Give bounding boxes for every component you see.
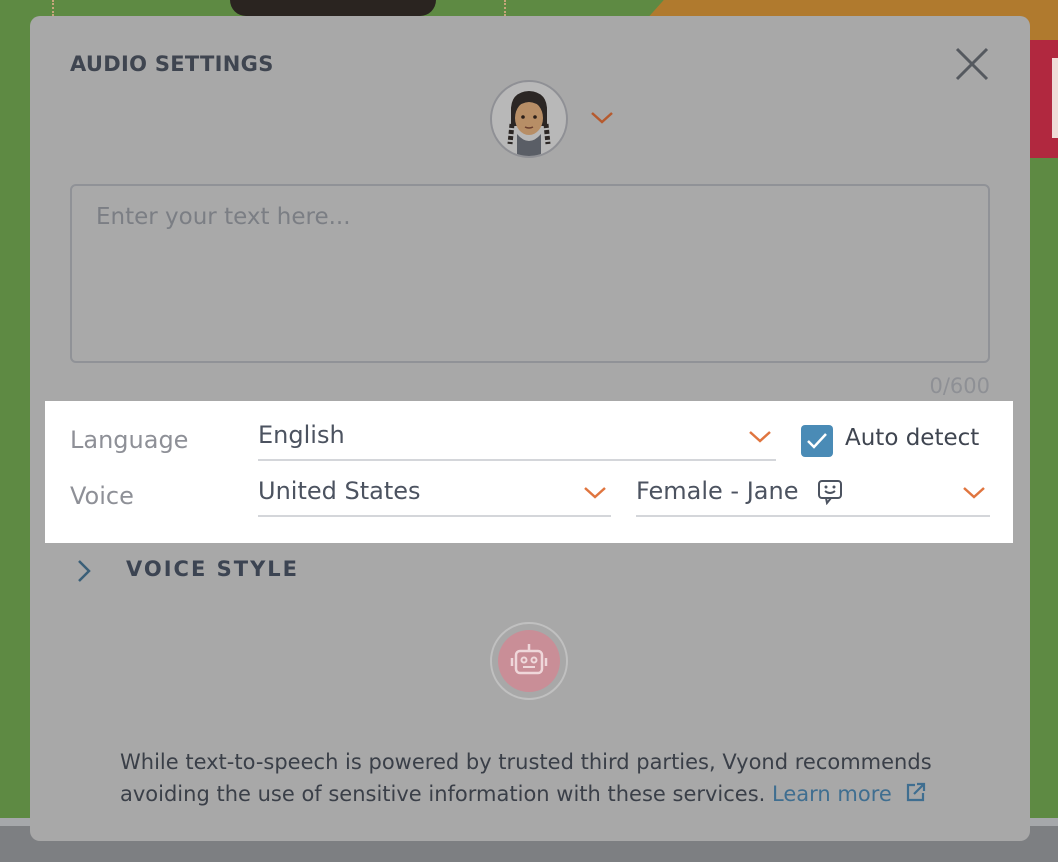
chevron-down-icon xyxy=(749,431,771,443)
language-select[interactable]: English xyxy=(258,415,776,461)
voice-bubble-icon xyxy=(818,480,843,505)
accent-select[interactable]: United States xyxy=(258,471,611,517)
generate-voice-button[interactable] xyxy=(490,622,568,700)
chevron-down-icon xyxy=(591,112,613,124)
voice-style-label: VOICE STYLE xyxy=(126,557,299,581)
chevron-down-icon xyxy=(584,487,606,499)
privacy-disclaimer: While text-to-speech is powered by trust… xyxy=(120,746,960,810)
auto-detect-label: Auto detect xyxy=(845,425,980,451)
robot-button-fill xyxy=(498,630,560,692)
language-value: English xyxy=(258,421,345,449)
language-label: Language xyxy=(70,426,189,454)
close-icon xyxy=(955,47,989,81)
auto-detect-checkbox[interactable] xyxy=(801,425,833,457)
audio-settings-dialog: AUDIO SETTINGS 0/600 Language English xyxy=(30,16,1030,841)
voice-value: Female - Jane xyxy=(636,477,799,505)
voice-select[interactable]: Female - Jane xyxy=(636,471,990,517)
learn-more-link[interactable]: Learn more xyxy=(772,782,926,806)
language-voice-panel: Language English Auto detect Voice Unite… xyxy=(45,401,1013,543)
background-shape xyxy=(504,0,508,16)
robot-icon xyxy=(510,644,548,675)
close-button[interactable] xyxy=(954,46,990,82)
tts-text-input[interactable] xyxy=(70,184,990,363)
character-dropdown-button[interactable] xyxy=(590,110,614,126)
learn-more-label: Learn more xyxy=(772,782,892,806)
background-shape xyxy=(52,0,56,16)
dialog-title: AUDIO SETTINGS xyxy=(70,52,274,76)
character-avatar[interactable] xyxy=(490,80,568,158)
voice-label: Voice xyxy=(70,482,134,510)
check-icon xyxy=(807,433,827,449)
char-counter: 0/600 xyxy=(929,374,990,398)
chevron-right-icon xyxy=(78,560,91,582)
accent-value: United States xyxy=(258,477,421,505)
chevron-down-icon xyxy=(963,487,985,499)
background-shape xyxy=(1026,40,1058,158)
background-character xyxy=(230,0,436,16)
character-face-icon xyxy=(507,91,551,156)
external-link-icon xyxy=(906,782,925,802)
voice-value-wrap: Female - Jane xyxy=(636,477,844,505)
